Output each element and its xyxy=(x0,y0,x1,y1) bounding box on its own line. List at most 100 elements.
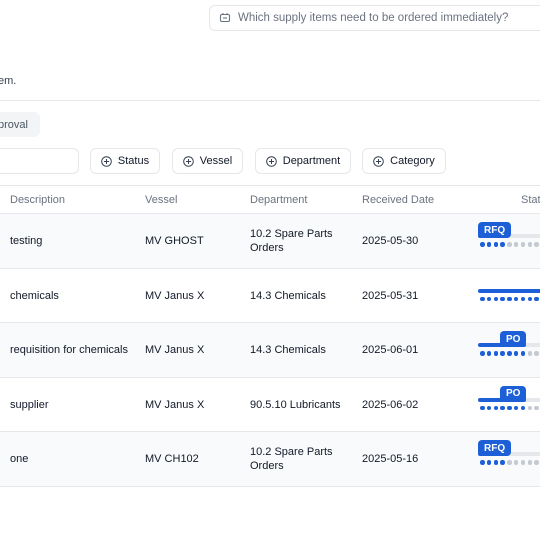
plus-circle-icon xyxy=(101,155,112,167)
ai-search-input[interactable]: Which supply items need to be ordered im… xyxy=(209,5,540,31)
step-dots xyxy=(480,405,540,410)
chip-label: proval xyxy=(0,118,28,131)
table-row[interactable]: one MV CH102 10.2 Spare Parts Orders 202… xyxy=(0,432,540,487)
table-row[interactable]: supplier MV Janus X 90.5.10 Lubricants 2… xyxy=(0,378,540,432)
cell-description: supplier xyxy=(10,398,49,411)
header-status[interactable]: Stat xyxy=(521,194,540,206)
step-dot xyxy=(513,242,519,247)
step-dot xyxy=(527,242,533,247)
header-description[interactable]: Description xyxy=(10,194,65,206)
page-subtitle: em. xyxy=(0,75,17,87)
table-row[interactable]: chemicals MV Janus X 14.3 Chemicals 2025… xyxy=(0,269,540,323)
sparkle-chat-icon xyxy=(219,13,231,23)
step-dot xyxy=(527,405,533,410)
category-filter-button[interactable]: Category xyxy=(362,148,446,174)
vessel-filter-button[interactable]: Vessel xyxy=(172,148,243,174)
cell-department: 10.2 Spare Parts Orders xyxy=(250,446,333,472)
plus-circle-icon xyxy=(182,155,194,167)
status-badge: RFQ xyxy=(478,222,512,238)
filter-search-input[interactable] xyxy=(0,148,79,174)
step-dot xyxy=(527,460,533,465)
cell-received-date: 2025-06-02 xyxy=(362,398,419,411)
search-placeholder: Which supply items need to be ordered im… xyxy=(238,12,509,24)
step-dot xyxy=(500,460,505,465)
filter-label: Category xyxy=(390,155,435,167)
step-dot xyxy=(534,405,539,410)
cell-received-date: 2025-05-16 xyxy=(362,453,419,465)
step-dot xyxy=(493,351,499,356)
step-dot xyxy=(486,242,492,247)
step-dot xyxy=(520,405,526,410)
status-progress: RFQ xyxy=(478,432,540,472)
status-filter-button[interactable]: Status xyxy=(90,148,160,174)
step-dot xyxy=(500,242,505,247)
step-dot xyxy=(493,460,499,465)
step-dot xyxy=(480,242,485,247)
status-progress: PO xyxy=(478,323,540,363)
approval-filter-chip[interactable]: proval xyxy=(0,112,40,137)
status-badge: PO xyxy=(500,385,527,402)
cell-vessel: MV CH102 xyxy=(145,453,199,465)
status-progress: PO xyxy=(478,378,540,418)
step-dots xyxy=(480,296,540,301)
step-dot xyxy=(520,460,526,465)
header-department[interactable]: Department xyxy=(250,194,307,206)
table-header: Description Vessel Department Received D… xyxy=(0,185,540,214)
divider xyxy=(0,100,540,101)
cell-vessel: MV Janus X xyxy=(145,289,205,302)
step-dot xyxy=(493,405,499,410)
cell-description: chemicals xyxy=(10,289,59,302)
step-dot xyxy=(507,296,512,301)
step-dot xyxy=(480,351,485,356)
cell-department: 14.3 Chemicals xyxy=(250,289,326,302)
cell-description: requisition for chemicals xyxy=(10,344,128,356)
header-received-date[interactable]: Received Date xyxy=(362,194,434,206)
step-dot xyxy=(534,296,539,301)
table-row[interactable]: requisition for chemicals MV Janus X 14.… xyxy=(0,323,540,378)
step-dot xyxy=(507,242,512,247)
status-badge: RFQ xyxy=(478,440,512,456)
step-dot xyxy=(513,460,519,465)
step-dot xyxy=(500,296,505,301)
step-dot xyxy=(507,351,512,356)
step-dot xyxy=(480,296,485,301)
cell-vessel: MV GHOST xyxy=(145,235,204,247)
header-vessel[interactable]: Vessel xyxy=(145,194,177,206)
step-dot xyxy=(486,405,492,410)
status-badge: PO xyxy=(500,331,527,347)
cell-received-date: 2025-05-31 xyxy=(362,289,419,302)
cell-vessel: MV Janus X xyxy=(145,398,205,411)
requisitions-table: Description Vessel Department Received D… xyxy=(0,185,540,487)
step-dot xyxy=(513,296,519,301)
step-dot xyxy=(513,405,519,410)
department-filter-button[interactable]: Department xyxy=(255,148,351,174)
step-dot xyxy=(480,405,485,410)
step-dots xyxy=(480,351,540,356)
cell-department: 14.3 Chemicals xyxy=(250,344,326,356)
step-dot xyxy=(480,460,485,465)
table-row[interactable]: testing MV GHOST 10.2 Spare Parts Orders… xyxy=(0,214,540,269)
step-dot xyxy=(486,296,492,301)
plus-circle-icon xyxy=(265,155,277,167)
progress-track xyxy=(478,288,540,293)
cell-department: 90.5.10 Lubricants xyxy=(250,398,341,411)
step-dot xyxy=(527,296,533,301)
step-dot xyxy=(507,405,512,410)
step-dot xyxy=(534,242,539,247)
step-dot xyxy=(486,351,492,356)
cell-description: testing xyxy=(10,235,43,247)
step-dot xyxy=(500,351,505,356)
step-dot xyxy=(520,296,526,301)
step-dot xyxy=(507,460,512,465)
step-dots xyxy=(480,242,540,247)
filter-label: Department xyxy=(282,155,341,167)
step-dot xyxy=(520,351,526,356)
cell-description: one xyxy=(10,453,29,465)
step-dot xyxy=(527,351,533,356)
step-dot xyxy=(520,242,526,247)
step-dot xyxy=(534,460,539,465)
step-dot xyxy=(513,351,519,356)
progress-fill xyxy=(478,288,540,293)
step-dot xyxy=(486,460,492,465)
filter-label: Status xyxy=(117,155,150,167)
